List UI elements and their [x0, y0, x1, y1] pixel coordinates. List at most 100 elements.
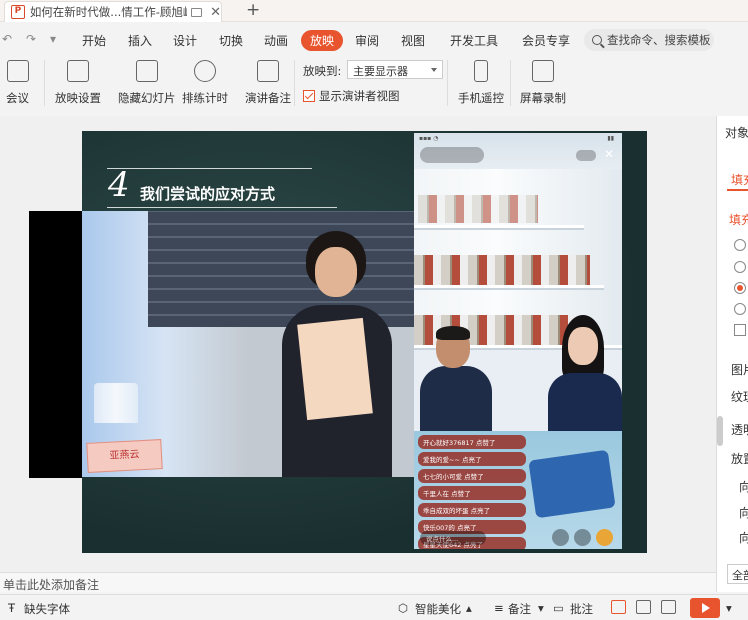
tab-animation[interactable]: 动画: [264, 32, 288, 49]
livestream-host-badge: [420, 147, 484, 163]
screen-record-button[interactable]: 屏幕录制: [520, 60, 566, 106]
tab-transitions[interactable]: 切换: [219, 32, 243, 49]
phone-clock: ▮▮: [607, 135, 614, 142]
checkbox-checked-icon: [303, 90, 315, 102]
slide-section-number[interactable]: 4: [108, 165, 130, 205]
tab-window-icon[interactable]: [191, 7, 203, 17]
fill-option-radio[interactable]: [734, 303, 746, 315]
fill-section-header[interactable]: 填充: [729, 211, 748, 228]
fill-option-radio[interactable]: [734, 239, 746, 251]
notes-button[interactable]: 备注: [508, 601, 531, 617]
comment-item: 七七的小可爱 点赞了: [418, 469, 526, 483]
monitor-value: 主要显示器: [353, 65, 408, 78]
tab-design[interactable]: 设计: [173, 32, 197, 49]
tab-home[interactable]: 开始: [82, 32, 106, 49]
apply-scope-select[interactable]: 全部: [727, 564, 748, 584]
slideshow-settings-icon: [67, 60, 89, 82]
hide-slide-label: 隐藏幻灯片: [118, 91, 176, 105]
speaker-notes-area[interactable]: 单击此处添加备注: [0, 572, 716, 592]
hide-slide-icon: [135, 60, 158, 82]
photo-nameplate: 亚燕云: [86, 439, 163, 473]
search-placeholder: 查找命令、搜索模板: [607, 33, 711, 47]
current-slide[interactable]: 亚燕云 4 我们尝试的应对方式 ▪▪▪ ◔ ▮▮ ✕ 开心就好376817 点赞…: [82, 131, 647, 553]
more-dropdown-icon[interactable]: ▾: [50, 32, 56, 46]
picture-label: 图片: [731, 363, 748, 377]
notes-icon[interactable]: ≡: [494, 601, 504, 615]
placement-label: 放置: [731, 452, 748, 466]
redo-icon[interactable]: ↷: [26, 32, 36, 46]
livestream-sign: [528, 449, 616, 519]
rehearse-label: 排练计时: [182, 91, 228, 105]
meeting-icon: [6, 60, 29, 82]
fill-option-checkbox[interactable]: [734, 324, 746, 336]
smart-beautify-button[interactable]: 智能美化: [415, 601, 461, 617]
rehearse-timing-button[interactable]: 排练计时: [182, 60, 228, 106]
normal-view-icon[interactable]: [611, 600, 626, 614]
beautify-icon[interactable]: ⬡: [398, 601, 408, 615]
fill-option-radio-selected[interactable]: [734, 282, 746, 294]
object-properties-pane: 对象属性 填充 填充 图片 纹理 透明 放置 向 向 向 全部: [716, 116, 748, 592]
viewer-count-badge: [576, 150, 596, 161]
presenter-view-checkbox[interactable]: 显示演讲者视图: [303, 88, 400, 104]
phone-remote-label: 手机遥控: [458, 91, 504, 105]
close-tab-icon[interactable]: ✕: [210, 5, 221, 20]
comments-button[interactable]: 批注: [570, 601, 593, 617]
share-icon: [574, 529, 591, 546]
screen-record-icon: [532, 60, 554, 82]
slide-title[interactable]: 我们尝试的应对方式: [140, 183, 275, 204]
comment-item: 爱我的爱~~ 点亮了: [418, 452, 526, 466]
new-tab-button[interactable]: +: [246, 0, 260, 20]
chevron-up-icon[interactable]: ▴: [466, 601, 472, 615]
slide-sorter-icon[interactable]: [636, 600, 651, 614]
missing-font-button[interactable]: 缺失字体: [24, 601, 70, 617]
tab-developer[interactable]: 开发工具: [450, 32, 498, 49]
pane-scrollbar[interactable]: [717, 416, 723, 446]
phone-icon: [474, 60, 488, 82]
menu-icon: [552, 529, 569, 546]
tab-insert[interactable]: 插入: [128, 32, 152, 49]
speaker-notes-icon: [257, 60, 279, 82]
phone-remote-button[interactable]: 手机遥控: [458, 60, 504, 106]
command-search[interactable]: 查找命令、搜索模板: [584, 29, 714, 51]
search-icon: [592, 35, 602, 45]
speaker-notes-button[interactable]: 演讲备注: [245, 60, 291, 106]
comment-item: 千里人在 点赞了: [418, 486, 526, 500]
comment-icon[interactable]: ▭: [553, 601, 564, 615]
fill-option-radio[interactable]: [734, 261, 746, 273]
title-bar: P 如何在新时代做...情工作-顾旭峰 ✕ +: [0, 0, 748, 22]
play-dropdown-icon[interactable]: ▾: [726, 601, 732, 615]
undo-icon[interactable]: ↶: [2, 32, 12, 46]
slide-canvas: 亚燕云 4 我们尝试的应对方式 ▪▪▪ ◔ ▮▮ ✕ 开心就好376817 点赞…: [0, 116, 716, 572]
comment-item: 开心就好376817 点赞了: [418, 435, 526, 449]
tab-slideshow[interactable]: 放映: [301, 30, 344, 51]
document-tab[interactable]: P 如何在新时代做...情工作-顾旭峰 ✕: [4, 1, 222, 22]
tab-review[interactable]: 审阅: [355, 32, 379, 49]
monitor-select[interactable]: 主要显示器: [347, 60, 443, 79]
stopwatch-icon: [194, 60, 216, 82]
phone-status-bar: ▪▪▪ ◔: [419, 135, 439, 142]
livestream-chat-input: 说点什么...: [420, 531, 486, 545]
document-tab-title: 如何在新时代做...情工作-顾旭峰: [29, 5, 188, 19]
active-tab-underline: [727, 189, 748, 191]
texture-label: 纹理: [731, 390, 748, 404]
slideshow-settings-button[interactable]: 放映设置: [55, 60, 101, 106]
tab-member[interactable]: 会员专享: [522, 32, 570, 49]
presenter-view-label: 显示演讲者视图: [319, 89, 400, 103]
meeting-button[interactable]: 会议: [6, 60, 29, 106]
photo-paper: [297, 317, 373, 421]
ribbon-menu: ↶ ↷ ▾ 开始 插入 设计 切换 动画 放映 审阅 视图 开发工具 会员专享 …: [0, 27, 748, 53]
slideshow-settings-label: 放映设置: [55, 91, 101, 105]
hide-slide-button[interactable]: 隐藏幻灯片: [118, 60, 176, 106]
missing-font-icon[interactable]: Ŧ: [8, 601, 15, 615]
chevron-down-icon[interactable]: ▾: [538, 601, 544, 615]
offset-label: 向: [739, 506, 748, 520]
livestream-screenshot[interactable]: ▪▪▪ ◔ ▮▮ ✕ 开心就好376817 点赞了 爱我的爱~~ 点亮了 七七的…: [414, 133, 622, 549]
tab-view[interactable]: 视图: [401, 32, 425, 49]
livestream-close-icon: ✕: [604, 147, 615, 161]
slideshow-toolbar: 会议 放映设置 隐藏幻灯片 排练计时 演讲备注 放映到: 主要显示器 显示演讲者…: [0, 54, 748, 112]
reading-view-icon[interactable]: [661, 600, 676, 614]
meeting-label: 会议: [6, 91, 29, 105]
pane-tab-fill[interactable]: 填充: [731, 171, 748, 188]
black-shape[interactable]: [29, 211, 84, 478]
start-slideshow-button[interactable]: [690, 598, 720, 618]
